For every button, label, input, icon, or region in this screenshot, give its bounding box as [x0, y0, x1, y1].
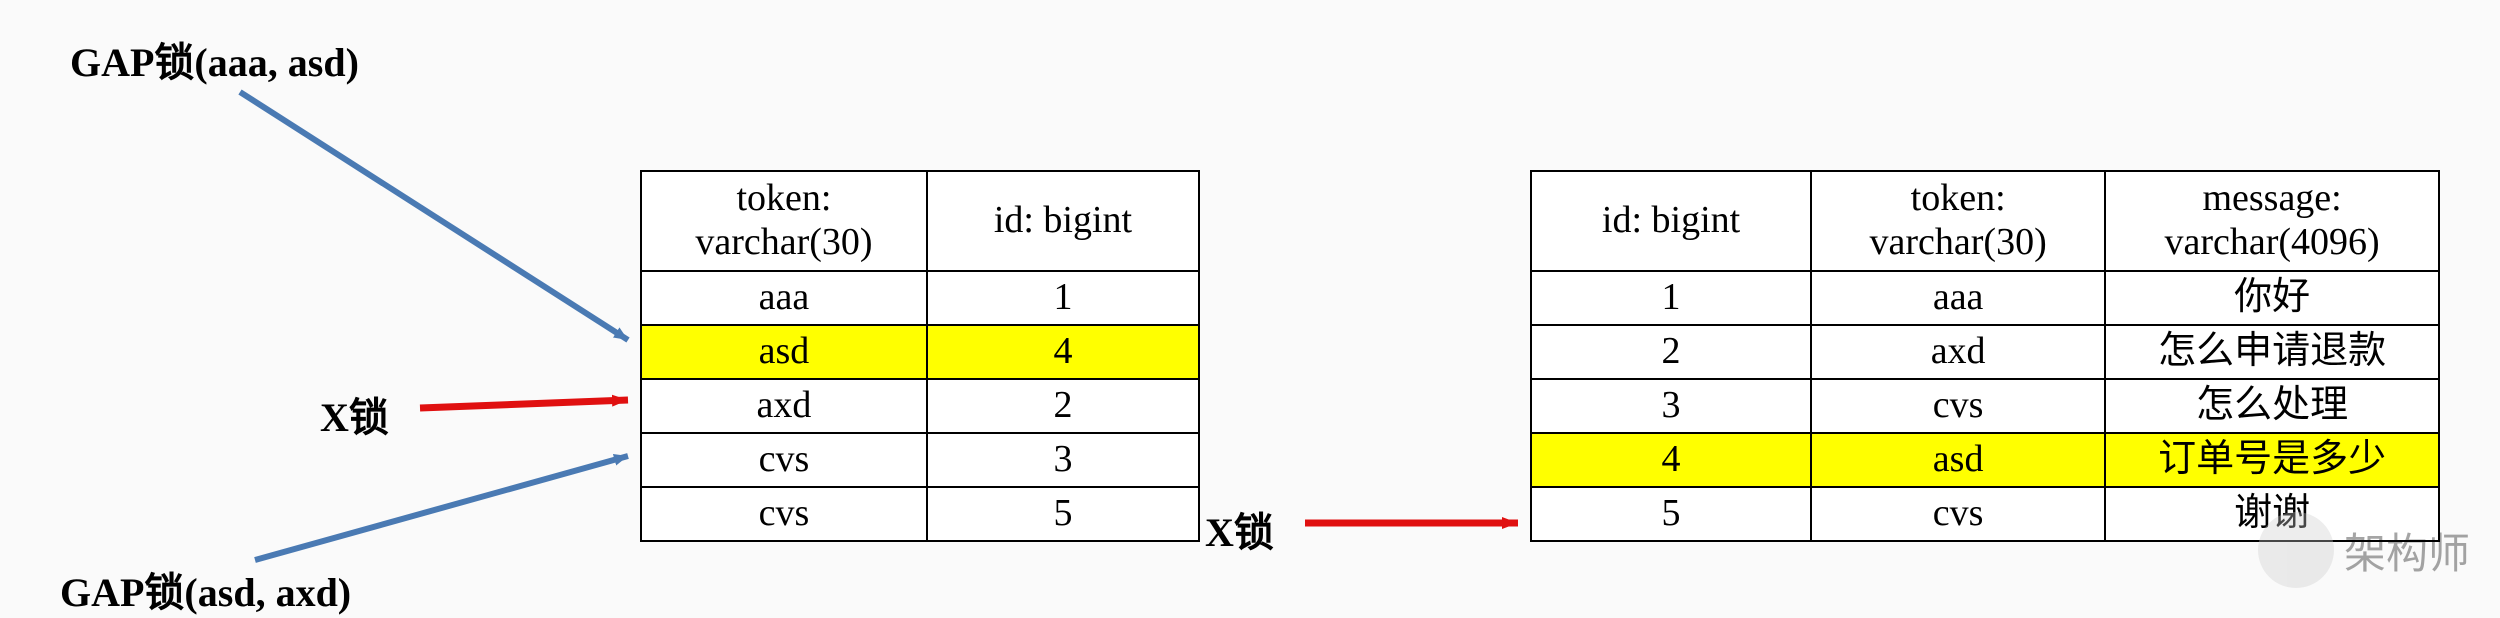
arrows-overlay [0, 0, 2500, 618]
xlock-arrow-left [420, 400, 628, 408]
gap-arrow-bottom [255, 456, 628, 560]
gap-arrow-top [240, 92, 628, 340]
